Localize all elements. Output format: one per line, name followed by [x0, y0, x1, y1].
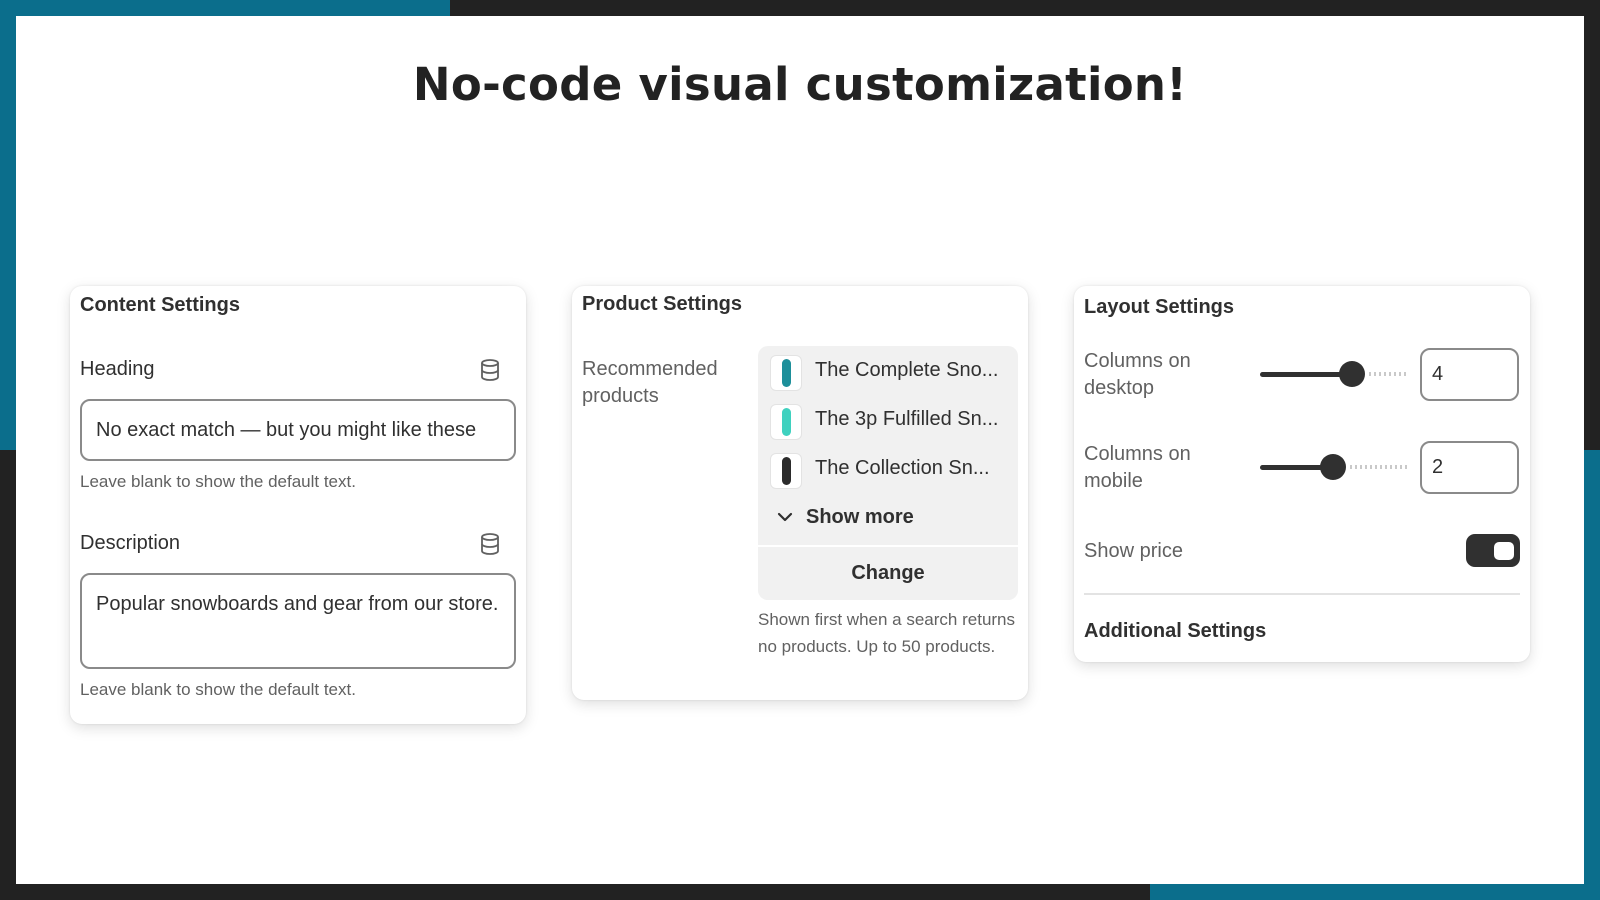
card-title: Product Settings	[582, 293, 743, 315]
columns-mobile-input[interactable]	[1420, 441, 1519, 494]
recommended-products-help-text: Shown first when a search returns no pro…	[758, 610, 1016, 656]
divider	[1084, 593, 1520, 595]
card-title: Content Settings	[80, 294, 240, 316]
show-price-label: Show price	[1084, 540, 1183, 562]
product-settings-card: Product Settings Recommended products Th…	[572, 286, 1028, 700]
content-settings-card: Content Settings Heading No exact match …	[70, 286, 526, 724]
slider-track	[1349, 465, 1408, 469]
snowboard-image	[782, 359, 791, 387]
product-item[interactable]: The Collection Sn...	[758, 447, 1018, 493]
slider-track	[1368, 372, 1408, 376]
description-textarea[interactable]: Popular snowboards and gear from our sto…	[80, 573, 516, 669]
product-name: The Complete Sno...	[815, 359, 999, 381]
description-label: Description	[80, 532, 181, 554]
description-help-text: Leave blank to show the default text.	[80, 680, 356, 699]
product-thumbnail	[770, 355, 802, 391]
slider-handle[interactable]	[1319, 454, 1346, 480]
product-item[interactable]: The 3p Fulfilled Sn...	[758, 398, 1018, 444]
columns-desktop-input[interactable]	[1420, 348, 1519, 401]
show-more-button[interactable]: Show more	[774, 504, 914, 530]
heading-help-text: Leave blank to show the default text.	[80, 472, 356, 491]
recommended-products-label: Recommended products	[582, 358, 718, 407]
show-more-label: Show more	[806, 505, 914, 528]
layout-settings-card: Layout Settings Columns on desktop Colum…	[1074, 286, 1530, 662]
product-name: The 3p Fulfilled Sn...	[815, 408, 999, 430]
heading-label: Heading	[80, 358, 155, 380]
database-icon[interactable]	[478, 358, 502, 382]
product-item[interactable]: The Complete Sno...	[758, 349, 1018, 395]
snowboard-image	[782, 408, 791, 436]
toggle-knob	[1494, 542, 1514, 560]
slider-handle[interactable]	[1338, 361, 1365, 387]
product-thumbnail	[770, 453, 802, 489]
database-icon[interactable]	[478, 532, 502, 556]
change-button[interactable]: Change	[758, 547, 1018, 600]
page-title: No-code visual customization!	[412, 58, 1188, 111]
columns-desktop-slider[interactable]	[1260, 361, 1408, 387]
slider-track-filled	[1260, 372, 1352, 377]
card-title: Layout Settings	[1084, 296, 1235, 318]
columns-mobile-label: Columns on mobile	[1084, 443, 1191, 492]
product-name: The Collection Sn...	[815, 457, 990, 479]
heading-input[interactable]: No exact match — but you might like thes…	[80, 399, 516, 461]
show-price-toggle[interactable]	[1466, 534, 1520, 567]
snowboard-image	[782, 457, 791, 485]
product-picker: The Complete Sno... The 3p Fulfilled Sn.…	[758, 346, 1018, 600]
chevron-down-icon	[777, 512, 793, 522]
product-thumbnail	[770, 404, 802, 440]
additional-settings-header[interactable]: Additional Settings	[1084, 620, 1266, 643]
columns-mobile-slider[interactable]	[1260, 454, 1408, 480]
columns-desktop-label: Columns on desktop	[1084, 350, 1191, 399]
